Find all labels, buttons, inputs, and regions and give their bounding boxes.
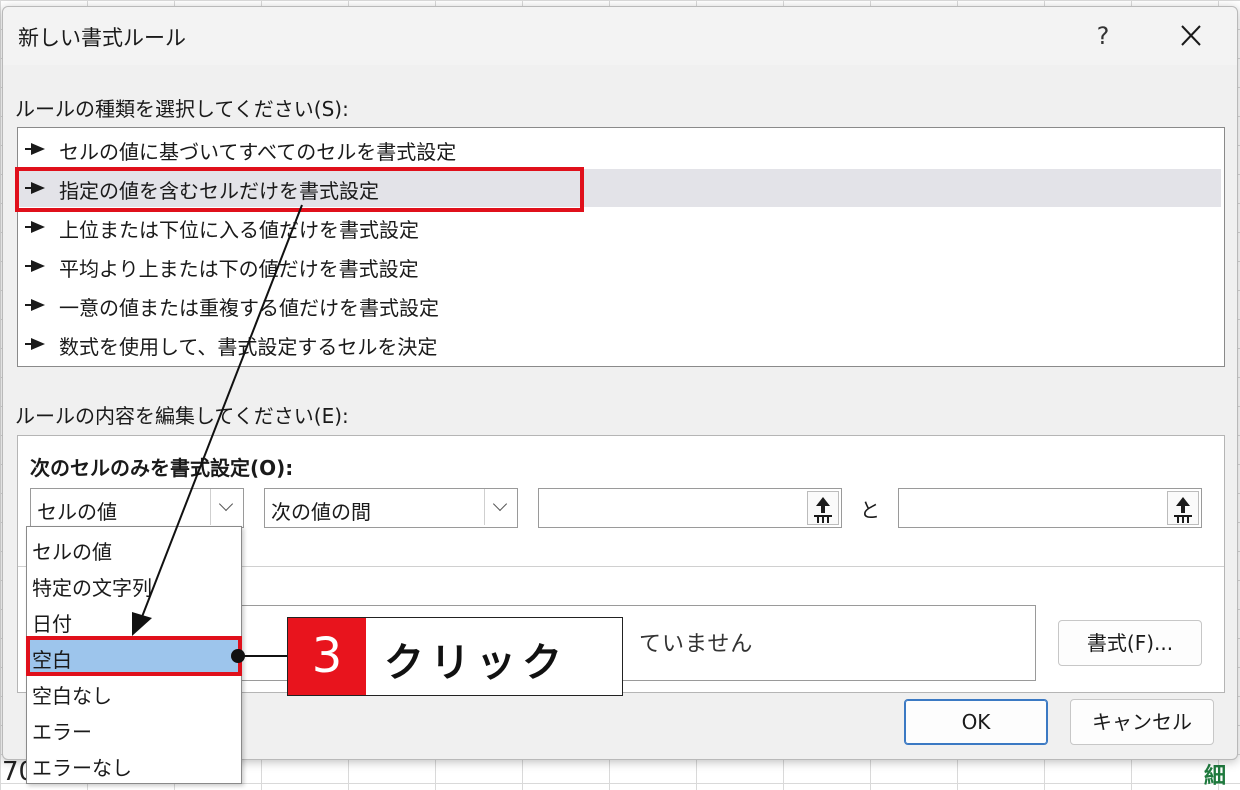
range-select-button[interactable] — [807, 491, 839, 525]
triangle-arrow-icon — [25, 221, 45, 233]
ok-button[interactable]: OK — [904, 699, 1048, 745]
annotation-highlight-blank — [26, 636, 242, 676]
dropdown-option-label: セルの値 — [32, 540, 112, 564]
rule-type-item[interactable]: セルの値に基づいてすべてのセルを書式設定 — [19, 130, 1221, 168]
value-input-1[interactable] — [538, 488, 842, 528]
rule-type-item[interactable]: 上位または下位に入る値だけを書式設定 — [19, 208, 1221, 246]
operator-select[interactable]: 次の値の間 — [264, 488, 518, 528]
condition-type-value: セルの値 — [37, 500, 117, 524]
rule-type-label-text: セルの値に基づいてすべてのセルを書式設定 — [59, 140, 457, 164]
dialog-titlebar: 新しい書式ルール ? — [3, 7, 1237, 65]
help-button[interactable]: ? — [1083, 19, 1123, 53]
dropdown-option[interactable]: エラーなし — [28, 747, 240, 783]
rule-type-item[interactable]: 平均より上または下の値だけを書式設定 — [19, 247, 1221, 285]
dropdown-option[interactable]: 特定の文字列 — [28, 567, 240, 603]
format-button[interactable]: 書式(F)... — [1058, 620, 1202, 666]
triangle-arrow-icon — [25, 260, 45, 272]
rule-type-item[interactable]: 一意の値または重複する値だけを書式設定 — [19, 286, 1221, 324]
operator-value: 次の値の間 — [271, 500, 371, 524]
dropdown-option[interactable]: エラー — [28, 711, 240, 747]
dropdown-option-label: 空白なし — [32, 684, 112, 708]
rule-type-label-text: 一意の値または重複する値だけを書式設定 — [59, 296, 439, 320]
dropdown-option[interactable]: 日付 — [28, 603, 240, 639]
chevron-down-icon[interactable] — [210, 489, 243, 525]
rule-type-label: ルールの種類を選択してください(S): — [15, 97, 349, 121]
dropdown-option-label: エラーなし — [32, 756, 132, 780]
triangle-arrow-icon — [25, 143, 45, 155]
dropdown-option-label: 特定の文字列 — [32, 576, 152, 600]
rule-type-label-text: 上位または下位に入る値だけを書式設定 — [59, 218, 419, 242]
rule-type-list[interactable]: セルの値に基づいてすべてのセルを書式設定 指定の値を含むセルだけを書式設定 上位… — [17, 127, 1225, 367]
step-number-badge: 3 — [288, 618, 366, 695]
triangle-arrow-icon — [25, 338, 45, 350]
rule-type-item[interactable]: 数式を使用して、書式設定するセルを決定 — [19, 325, 1221, 363]
step-instruction-text: クリック — [384, 640, 568, 686]
between-label: と — [860, 498, 880, 522]
condition-type-select[interactable]: セルの値 — [30, 488, 244, 528]
background-cell-text: 細 — [1203, 764, 1226, 789]
value-input-2[interactable] — [898, 488, 1202, 528]
step-callout: 3 クリック — [287, 617, 623, 696]
dropdown-option-label: エラー — [32, 720, 92, 744]
rule-type-label-text: 数式を使用して、書式設定するセルを決定 — [59, 335, 438, 359]
chevron-down-icon[interactable] — [484, 489, 517, 525]
close-icon — [1181, 25, 1201, 46]
range-select-button[interactable] — [1167, 491, 1199, 525]
dialog-title: 新しい書式ルール — [18, 26, 186, 50]
dropdown-option[interactable]: 空白なし — [28, 675, 240, 711]
triangle-arrow-icon — [25, 299, 45, 311]
dropdown-option-label: 日付 — [32, 612, 72, 636]
rule-type-label-text: 平均より上または下の値だけを書式設定 — [59, 257, 419, 281]
close-button[interactable] — [1167, 17, 1215, 55]
cancel-button[interactable]: キャンセル — [1070, 699, 1214, 745]
preview-text: ていません — [639, 632, 754, 657]
format-only-cells-title: 次のセルのみを書式設定(O): — [30, 456, 294, 480]
dropdown-option[interactable]: セルの値 — [28, 531, 240, 567]
annotation-highlight-rule — [15, 167, 584, 212]
edit-rule-label: ルールの内容を編集してください(E): — [15, 404, 349, 428]
